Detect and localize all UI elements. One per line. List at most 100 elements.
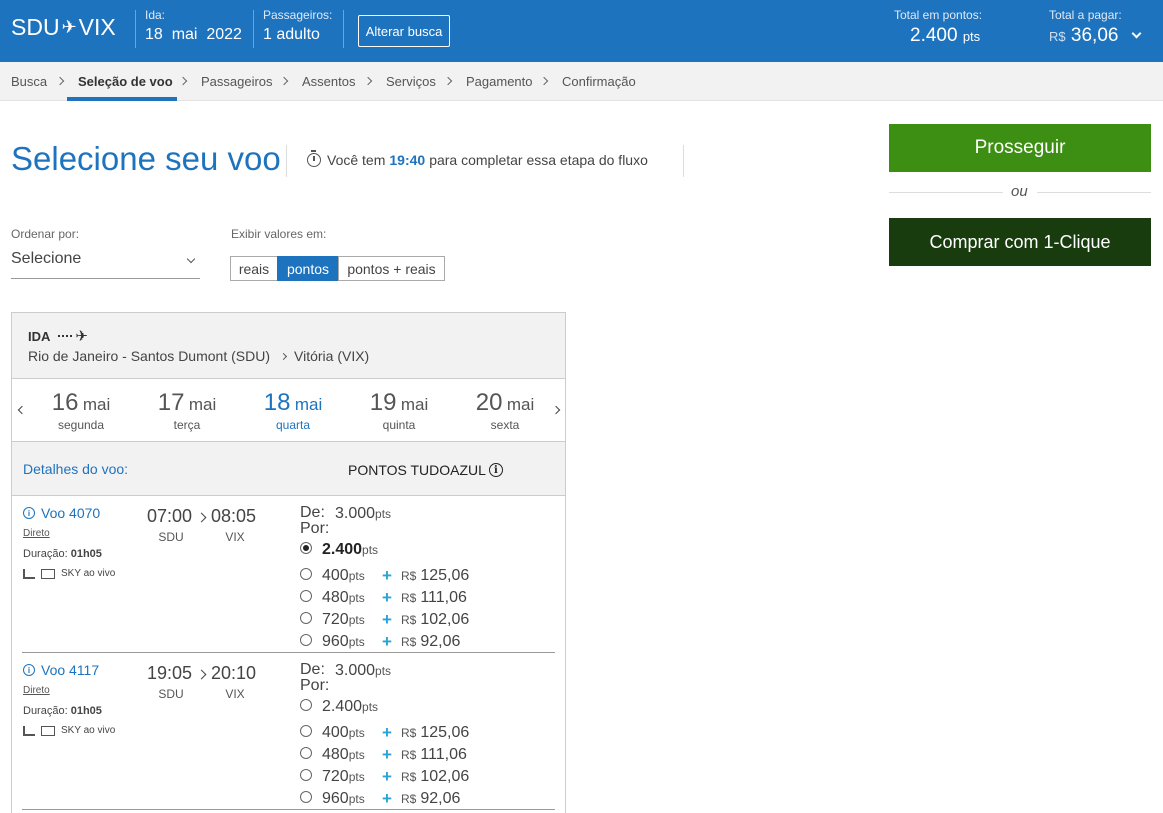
fare-radio[interactable] bbox=[300, 699, 312, 711]
one-click-buy-button[interactable]: Comprar com 1-Clique bbox=[889, 218, 1151, 266]
date-day-number: 19 bbox=[369, 389, 397, 416]
total-points-block: Total em pontos: 2.400 pts bbox=[894, 8, 982, 47]
points-unit: pts bbox=[362, 700, 379, 714]
page-title: Selecione seu voo bbox=[11, 140, 281, 177]
step-servicos[interactable]: Serviços bbox=[386, 74, 436, 89]
info-icon[interactable]: i bbox=[488, 463, 503, 477]
currency-symbol: R$ bbox=[401, 569, 417, 583]
fare-option[interactable]: 960pts + R$ 92,06 bbox=[300, 632, 560, 653]
booking-steps: Busca Seleção de voo Passageiros Assento… bbox=[0, 62, 1163, 101]
fare-radio[interactable] bbox=[300, 568, 312, 580]
flight-row: i Voo 4070 Direto Duração: 01h05 SKY ao vivo… bbox=[12, 496, 565, 653]
price-label: Por: bbox=[300, 520, 330, 537]
plus-icon: + bbox=[382, 789, 392, 808]
fare-radio[interactable] bbox=[300, 634, 312, 646]
total-pay-block[interactable]: Total a pagar: R$ 36,06 bbox=[1049, 8, 1142, 47]
route-destination: VIX bbox=[78, 14, 116, 40]
sort-select-value: Selecione bbox=[11, 250, 82, 267]
route-cities: Rio de Janeiro - Santos Dumont (SDU) Vit… bbox=[28, 348, 369, 364]
fare-option[interactable]: 400pts + R$ 125,06 bbox=[300, 723, 560, 744]
fare-radio[interactable] bbox=[300, 612, 312, 624]
tv-icon bbox=[41, 725, 55, 736]
sort-select[interactable]: Selecione bbox=[11, 248, 200, 279]
fare-points-value: 960 bbox=[322, 790, 349, 807]
date-option[interactable]: 17 mai terça bbox=[142, 389, 232, 432]
flight-number: Voo 4117 bbox=[41, 662, 100, 678]
original-price-value: 3.000 bbox=[335, 505, 376, 522]
currency-symbol: R$ bbox=[401, 591, 417, 605]
date-option[interactable]: 19 mai quinta bbox=[354, 389, 444, 432]
chevron-right-icon bbox=[196, 669, 207, 680]
points-unit: pts bbox=[362, 543, 379, 557]
chevron-right-icon bbox=[279, 76, 289, 86]
flight-selection-panel: IDA ✈ Rio de Janeiro - Santos Dumont (SD… bbox=[11, 312, 566, 813]
passengers-label: Passageiros: bbox=[263, 8, 333, 22]
original-price: 3.000pts bbox=[335, 662, 391, 680]
date-option-selected[interactable]: 18 mai quarta bbox=[248, 389, 338, 432]
timer-prefix: Você tem bbox=[327, 152, 386, 168]
fare-option[interactable]: 720pts + R$ 102,06 bbox=[300, 767, 560, 788]
toggle-pontos-reais[interactable]: pontos + reais bbox=[338, 256, 445, 281]
amenity-label: SKY ao vivo bbox=[61, 568, 116, 579]
departure-time: 07:00 bbox=[147, 506, 193, 526]
toggle-reais[interactable]: reais bbox=[230, 256, 278, 281]
flight-details-label: Detalhes do voo: bbox=[23, 461, 129, 477]
step-confirmacao[interactable]: Confirmação bbox=[562, 74, 636, 89]
fare-radio[interactable] bbox=[300, 590, 312, 602]
fare-points: 2.400pts bbox=[322, 541, 378, 559]
flight-duration: Duração: 01h05 bbox=[23, 705, 102, 717]
direct-flight-link[interactable]: Direto bbox=[23, 528, 50, 539]
step-selecao-de-voo[interactable]: Seleção de voo bbox=[78, 74, 173, 89]
fare-option[interactable]: 480pts + R$ 111,06 bbox=[300, 745, 560, 766]
fare-radio[interactable] bbox=[300, 791, 312, 803]
departure-year: 2022 bbox=[206, 26, 242, 43]
fare-cash-value: 102,06 bbox=[420, 611, 470, 628]
plus-icon: + bbox=[382, 610, 392, 629]
date-weekday: segunda bbox=[57, 418, 105, 432]
fare-points: 2.400pts bbox=[322, 698, 378, 716]
or-separator: ou bbox=[1011, 183, 1028, 200]
fare-cash-value: 92,06 bbox=[420, 633, 461, 650]
step-passageiros[interactable]: Passageiros bbox=[201, 74, 273, 89]
chevron-right-icon bbox=[55, 76, 65, 86]
date-option[interactable]: 20 mai sexta bbox=[460, 389, 550, 432]
chevron-right-icon[interactable] bbox=[551, 405, 561, 415]
fare-option[interactable]: 400pts + R$ 125,06 bbox=[300, 566, 560, 587]
step-pagamento[interactable]: Pagamento bbox=[466, 74, 533, 89]
chevron-left-icon[interactable] bbox=[17, 405, 27, 415]
flight-number-link[interactable]: i Voo 4117 bbox=[23, 662, 99, 678]
departure-month: mai bbox=[171, 26, 198, 43]
fare-cash: R$ 92,06 bbox=[401, 790, 460, 808]
fare-radio[interactable] bbox=[300, 747, 312, 759]
fare-radio[interactable] bbox=[300, 542, 312, 554]
active-step-indicator bbox=[67, 97, 177, 101]
fare-radio[interactable] bbox=[300, 769, 312, 781]
fare-option[interactable]: 2.400pts bbox=[300, 698, 560, 718]
alter-search-button[interactable]: Alterar busca bbox=[358, 15, 450, 47]
route-summary: SDU ✈ VIX bbox=[11, 14, 116, 41]
chevron-down-icon[interactable] bbox=[1131, 28, 1142, 39]
points-unit: pts bbox=[375, 507, 392, 521]
date-option[interactable]: 16 mai segunda bbox=[36, 389, 126, 432]
direct-flight-link[interactable]: Direto bbox=[23, 685, 50, 696]
info-icon[interactable]: i bbox=[23, 664, 35, 676]
step-assentos[interactable]: Assentos bbox=[302, 74, 355, 89]
info-icon[interactable]: i bbox=[23, 507, 35, 519]
proceed-button[interactable]: Prosseguir bbox=[889, 124, 1151, 172]
direction-text: IDA bbox=[28, 328, 51, 344]
points-unit: pts bbox=[348, 613, 365, 627]
toggle-pontos[interactable]: pontos bbox=[277, 256, 339, 281]
timer-notice: Você tem 19:40 para completar essa etapa… bbox=[307, 150, 648, 168]
origin-city: Rio de Janeiro - Santos Dumont (SDU) bbox=[28, 348, 270, 364]
fare-option[interactable]: 480pts + R$ 111,06 bbox=[300, 588, 560, 609]
fare-option[interactable]: 960pts + R$ 92,06 bbox=[300, 789, 560, 810]
total-pay-currency: R$ bbox=[1049, 29, 1066, 44]
fare-option[interactable]: 720pts + R$ 102,06 bbox=[300, 610, 560, 631]
fare-radio[interactable] bbox=[300, 725, 312, 737]
fare-option[interactable]: 2.400pts bbox=[300, 541, 560, 561]
total-pay-value[interactable]: R$ 36,06 bbox=[1049, 25, 1142, 47]
step-busca[interactable]: Busca bbox=[11, 74, 47, 89]
plane-icon: ✈ bbox=[61, 17, 77, 37]
fare-points-value: 400 bbox=[322, 567, 349, 584]
flight-number-link[interactable]: i Voo 4070 bbox=[23, 505, 100, 521]
